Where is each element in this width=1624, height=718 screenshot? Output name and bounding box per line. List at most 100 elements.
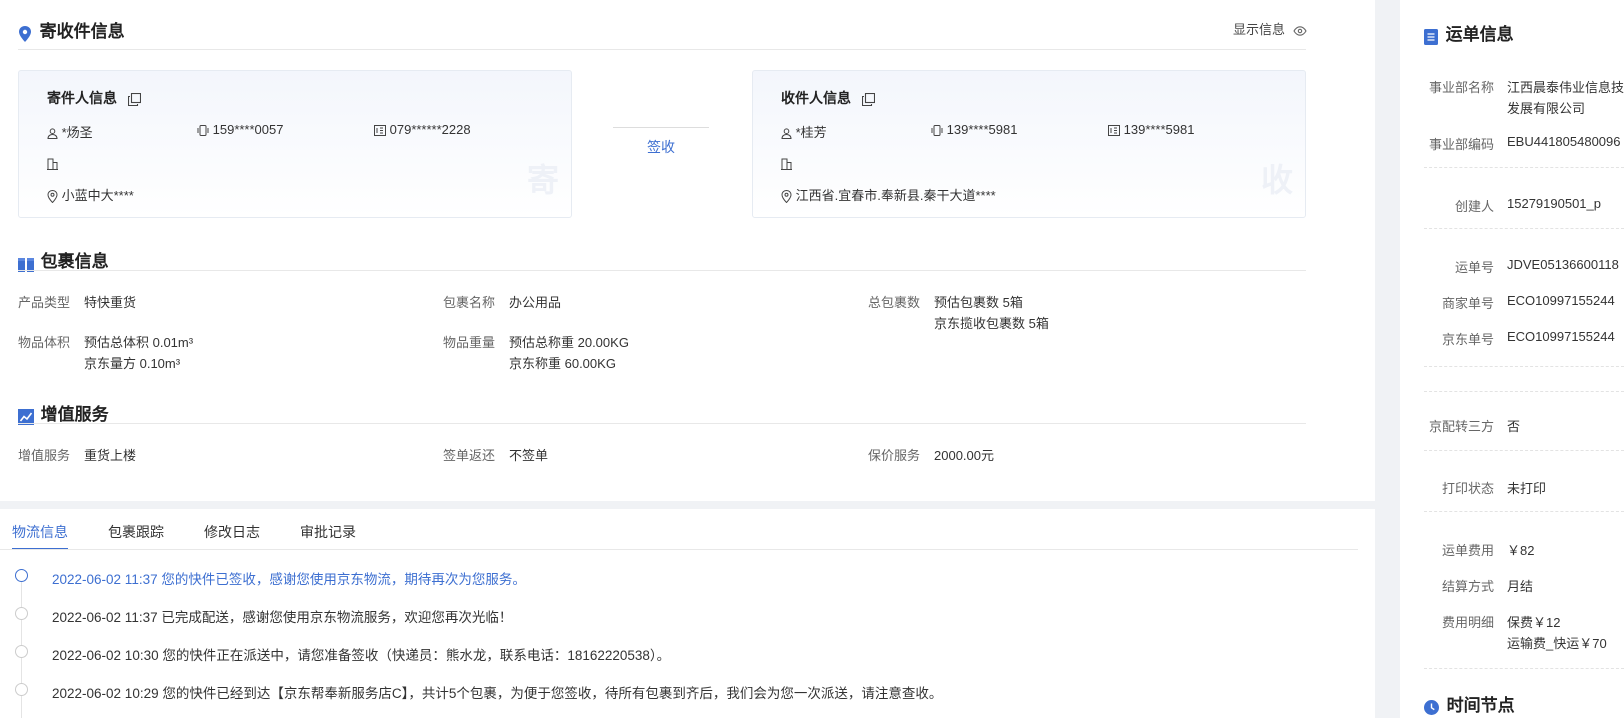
location-outline-icon xyxy=(47,190,58,204)
sender-card-title: 寄件人信息 xyxy=(47,90,117,106)
timeline-dot xyxy=(15,683,28,696)
waybill-label: 运单费用 xyxy=(1441,543,1494,558)
waybill-value: 江西晨泰伟业信息技 xyxy=(1507,80,1624,95)
section-title-sender-receiver: 寄收件信息 xyxy=(39,22,125,41)
waybill-label: 事业部编码 xyxy=(1428,137,1494,152)
timeline-dot xyxy=(15,569,28,582)
section-title-value-added: 增值服务 xyxy=(40,405,109,424)
field-label: 包裹名称 xyxy=(443,295,496,310)
receiver-phone: 139****5981 xyxy=(1108,122,1194,137)
section-title-time-nodes: 时间节点 xyxy=(1446,696,1515,715)
divider xyxy=(1424,511,1624,512)
sender-name: *炀圣 xyxy=(47,122,93,141)
divider xyxy=(1424,167,1624,168)
field-label: 产品类型 xyxy=(18,295,71,310)
field-value: 预估总体积 0.01m³ xyxy=(84,335,194,350)
main-column: 寄收件信息 显示信息 寄件人信息 *炀圣 159****0057 079****… xyxy=(0,0,1375,718)
receiver-name: *桂芳 xyxy=(781,122,827,141)
waybill-value: ￥82 xyxy=(1507,543,1535,558)
waybill-label: 费用明细 xyxy=(1441,615,1494,630)
building-icon xyxy=(47,158,58,170)
divider xyxy=(1424,391,1624,392)
divider xyxy=(18,270,1306,271)
waybill-panel: 运单信息 事业部名称 江西晨泰伟业信息技 发展有限公司 事业部编码 EBU441… xyxy=(1400,0,1624,718)
timeline-dot xyxy=(15,607,28,620)
package-header: 包裹信息 xyxy=(18,247,109,272)
sender-receiver-header: 寄收件信息 xyxy=(18,17,125,42)
tab-change-log[interactable]: 修改日志 xyxy=(204,522,260,542)
sender-address: 小蓝中大**** xyxy=(47,185,134,204)
receiver-phone-text: 139****5981 xyxy=(1123,122,1195,137)
sender-address-text: 小蓝中大**** xyxy=(61,188,134,203)
sender-watermark: 寄 xyxy=(527,162,560,198)
building-icon xyxy=(781,158,792,170)
field-value: 不签单 xyxy=(509,448,549,463)
waybill-value: 发展有限公司 xyxy=(1507,101,1586,116)
mobile-phone-icon xyxy=(197,125,209,137)
field-label: 增值服务 xyxy=(18,448,71,463)
location-pin-icon xyxy=(19,25,31,42)
waybill-label: 运单号 xyxy=(1454,260,1494,275)
sender-mobile-text: 159****0057 xyxy=(212,122,284,137)
connector-line xyxy=(613,127,709,128)
receiver-mobile: 139****5981 xyxy=(931,122,1017,137)
copy-icon[interactable] xyxy=(127,93,141,107)
person-icon xyxy=(47,128,58,140)
receiver-address: 江西省.宜春市.奉新县.秦干大道**** xyxy=(781,185,996,204)
detail-panel: 寄收件信息 显示信息 寄件人信息 *炀圣 159****0057 079****… xyxy=(0,0,1375,501)
field-value: 京东称重 60.00KG xyxy=(509,356,616,371)
receiver-name-text: *桂芳 xyxy=(795,125,827,140)
logistics-panel: 物流信息 包裹跟踪 修改日志 审批记录 2022-06-02 11:37 您的快… xyxy=(0,509,1375,718)
waybill-value[interactable]: JDVE05136600118 xyxy=(1507,257,1619,272)
sender-card: 寄件人信息 *炀圣 159****0057 079******2228 小蓝中大… xyxy=(18,70,572,218)
field-label: 总包裹数 xyxy=(868,295,921,310)
sender-phone: 079******2228 xyxy=(374,122,471,137)
timeline-entry: 2022-06-02 11:37 您的快件已签收，感谢您使用京东物流，期待再次为… xyxy=(52,572,526,587)
field-label: 物品重量 xyxy=(443,335,496,350)
time-nodes-header: 时间节点 xyxy=(1424,691,1515,716)
waybill-header: 运单信息 xyxy=(1424,20,1514,45)
tab-approval-records[interactable]: 审批记录 xyxy=(300,522,356,542)
copy-icon[interactable] xyxy=(861,93,875,107)
value-added-header: 增值服务 xyxy=(18,400,109,425)
field-value: 京东揽收包裹数 5箱 xyxy=(934,316,1049,331)
waybill-value: 保费￥12 xyxy=(1507,615,1561,630)
sign-status-link[interactable]: 签收 xyxy=(647,137,675,157)
waybill-label: 京东单号 xyxy=(1441,332,1494,347)
tab-package-tracking[interactable]: 包裹跟踪 xyxy=(108,522,164,542)
waybill-value: 月结 xyxy=(1507,579,1534,594)
sender-phone-text: 079******2228 xyxy=(389,122,471,137)
field-value: 重货上楼 xyxy=(84,448,137,463)
waybill-value: EBU441805480096 xyxy=(1507,134,1621,149)
waybill-label: 商家单号 xyxy=(1441,296,1494,311)
landline-phone-icon xyxy=(374,125,386,137)
receiver-address-text: 江西省.宜春市.奉新县.秦干大道**** xyxy=(795,188,996,203)
divider xyxy=(1424,668,1624,669)
divider xyxy=(1424,450,1624,451)
show-info-toggle[interactable]: 显示信息 xyxy=(1233,19,1307,38)
waybill-value: 运输费_快运￥70 xyxy=(1507,636,1607,651)
waybill-value: 15279190501_p xyxy=(1507,196,1601,211)
waybill-value: 否 xyxy=(1507,419,1521,434)
field-label: 签单返还 xyxy=(443,448,496,463)
divider xyxy=(18,423,1306,424)
sender-mobile: 159****0057 xyxy=(197,122,283,137)
waybill-label: 结算方式 xyxy=(1441,579,1494,594)
timeline-entry: 2022-06-02 10:30 您的快件正在派送中，请您准备签收（快递员：熊水… xyxy=(52,648,671,663)
receiver-building xyxy=(781,155,792,170)
tab-logistics-info[interactable]: 物流信息 xyxy=(12,522,68,542)
field-label: 保价服务 xyxy=(868,448,921,463)
eye-icon xyxy=(1292,25,1307,36)
mobile-phone-icon xyxy=(931,125,943,137)
waybill-value: ECO10997155244 xyxy=(1507,293,1615,308)
landline-phone-icon xyxy=(1108,125,1120,137)
field-value: 预估包裹数 5箱 xyxy=(934,295,1023,310)
waybill-label: 京配转三方 xyxy=(1428,419,1494,434)
receiver-card-title: 收件人信息 xyxy=(781,90,851,106)
sender-name-text: *炀圣 xyxy=(61,125,93,140)
waybill-label: 事业部名称 xyxy=(1428,80,1494,95)
location-outline-icon xyxy=(781,190,792,204)
field-value: 特快重货 xyxy=(84,295,137,310)
divider xyxy=(1424,366,1624,367)
waybill-label: 打印状态 xyxy=(1441,481,1494,496)
